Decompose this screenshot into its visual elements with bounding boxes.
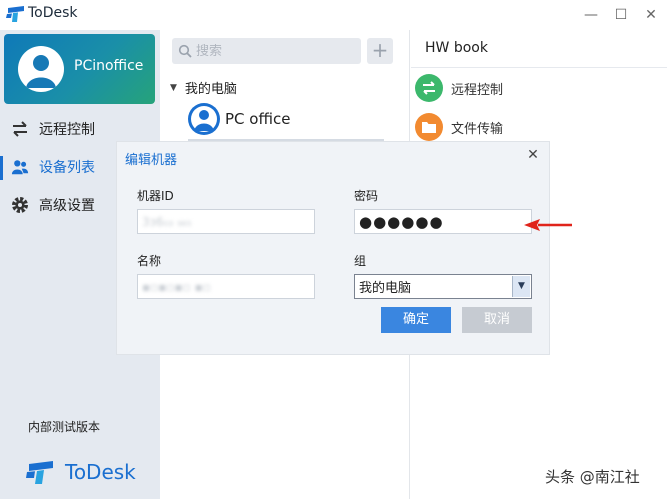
- profile-name: PCinoffice: [74, 58, 144, 74]
- add-device-button[interactable]: +: [367, 38, 393, 64]
- search-box[interactable]: [172, 38, 361, 64]
- name-label: 名称: [137, 254, 162, 268]
- folder-icon: [415, 113, 443, 141]
- divider: [411, 67, 667, 68]
- remote-control-icon: [415, 74, 443, 102]
- title-bar: ToDesk — ☐ ✕: [0, 0, 667, 30]
- edit-machine-dialog: 编辑机器 ✕ 机器ID 3ɜ6₀₃ ₉₆₅ 密码 ●●●●●● 名称 ▪▫▪▫▪…: [116, 141, 550, 355]
- machine-id-value: 3ɜ6₀₃ ₉₆₅: [142, 214, 192, 229]
- name-value: ▪▫▪▫▪▫ ▪▫: [142, 279, 211, 294]
- group-name: 我的电脑: [184, 82, 237, 97]
- cancel-button[interactable]: 取消: [462, 307, 532, 333]
- group-header[interactable]: ▼ 我的电脑: [170, 78, 237, 97]
- close-window-button[interactable]: ✕: [636, 0, 666, 30]
- caret-down-icon: ▼: [170, 82, 177, 93]
- group-select[interactable]: 我的电脑 ▼: [354, 274, 532, 299]
- chevron-down-icon[interactable]: ▼: [512, 276, 530, 297]
- profile-card[interactable]: PCinoffice: [4, 34, 155, 104]
- search-input[interactable]: [196, 43, 356, 59]
- action-label: 文件传输: [451, 121, 504, 137]
- group-label: 组: [354, 254, 367, 268]
- todesk-logo-icon: [26, 461, 53, 484]
- file-transfer-action[interactable]: 文件传输: [415, 113, 503, 141]
- sidebar-item-label: 设备列表: [39, 160, 95, 176]
- user-avatar-icon: [191, 106, 217, 132]
- close-icon[interactable]: ✕: [525, 147, 541, 163]
- password-field[interactable]: ●●●●●●: [354, 209, 532, 234]
- remote-control-action[interactable]: 远程控制: [415, 74, 503, 102]
- user-avatar-icon: [26, 55, 56, 88]
- watermark: 头条 @南江社: [545, 468, 640, 486]
- machine-id-field[interactable]: 3ɜ6₀₃ ₉₆₅: [137, 209, 315, 234]
- dialog-title: 编辑机器: [125, 153, 178, 168]
- confirm-button[interactable]: 确定: [381, 307, 451, 333]
- password-label: 密码: [354, 189, 379, 203]
- machine-id-label: 机器ID: [137, 189, 174, 203]
- group-select-value: 我的电脑: [359, 281, 412, 296]
- brand-name: ToDesk: [65, 460, 136, 484]
- device-name: PC office: [225, 110, 291, 128]
- todesk-logo-icon: [6, 6, 24, 22]
- version-text: 内部测试版本: [28, 420, 101, 434]
- action-label: 远程控制: [451, 82, 504, 98]
- minimize-button[interactable]: —: [576, 0, 606, 30]
- device-title: HW book: [425, 40, 488, 56]
- gear-icon: [11, 196, 29, 214]
- users-icon: [11, 158, 29, 176]
- list-item[interactable]: PC office: [188, 102, 290, 136]
- device-avatar: [188, 103, 220, 135]
- sidebar-item-label: 高级设置: [39, 198, 95, 214]
- password-value: ●●●●●●: [359, 212, 444, 231]
- avatar: [18, 46, 64, 92]
- sidebar-item-label: 远程控制: [39, 122, 95, 138]
- app-title: ToDesk: [28, 5, 78, 21]
- swap-arrows-icon: [11, 120, 29, 138]
- annotation-arrow-icon: [524, 219, 572, 231]
- search-icon: [178, 44, 192, 58]
- maximize-button[interactable]: ☐: [606, 0, 636, 30]
- name-field[interactable]: ▪▫▪▫▪▫ ▪▫: [137, 274, 315, 299]
